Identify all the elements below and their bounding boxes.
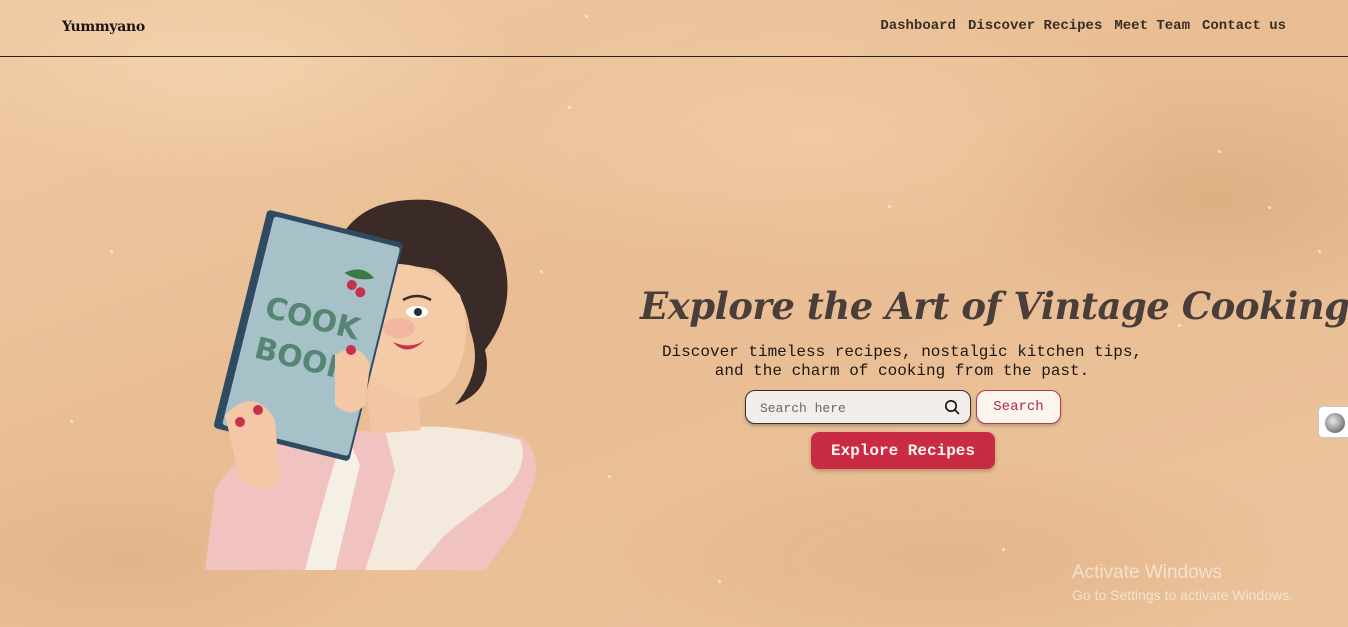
side-widget-tab[interactable] [1318, 406, 1348, 438]
nav-discover-recipes[interactable]: Discover Recipes [968, 18, 1102, 34]
hero-title: Explore the Art of Vintage Cooking [640, 284, 1348, 328]
windows-watermark-subtitle: Go to Settings to activate Windows. [1072, 587, 1293, 603]
search-button[interactable]: Search [976, 390, 1061, 424]
nav-dashboard[interactable]: Dashboard [880, 18, 956, 34]
site-header: Yummyano Dashboard Discover Recipes Meet… [0, 0, 1348, 57]
search-input[interactable] [760, 398, 940, 418]
site-logo[interactable]: Yummyano [62, 19, 145, 35]
hero-subtitle: Discover timeless recipes, nostalgic kit… [661, 343, 1143, 380]
nav-contact-us[interactable]: Contact us [1202, 18, 1286, 34]
windows-watermark-title: Activate Windows [1072, 562, 1222, 583]
nav-meet-team[interactable]: Meet Team [1114, 18, 1190, 34]
search-icon[interactable] [944, 399, 960, 415]
widget-knob-icon [1325, 413, 1345, 433]
search-box [745, 390, 971, 424]
main-nav: Dashboard Discover Recipes Meet Team Con… [880, 18, 1286, 34]
explore-recipes-button[interactable]: Explore Recipes [811, 432, 995, 469]
hero-illustration: COOK BOOK [205, 199, 536, 570]
